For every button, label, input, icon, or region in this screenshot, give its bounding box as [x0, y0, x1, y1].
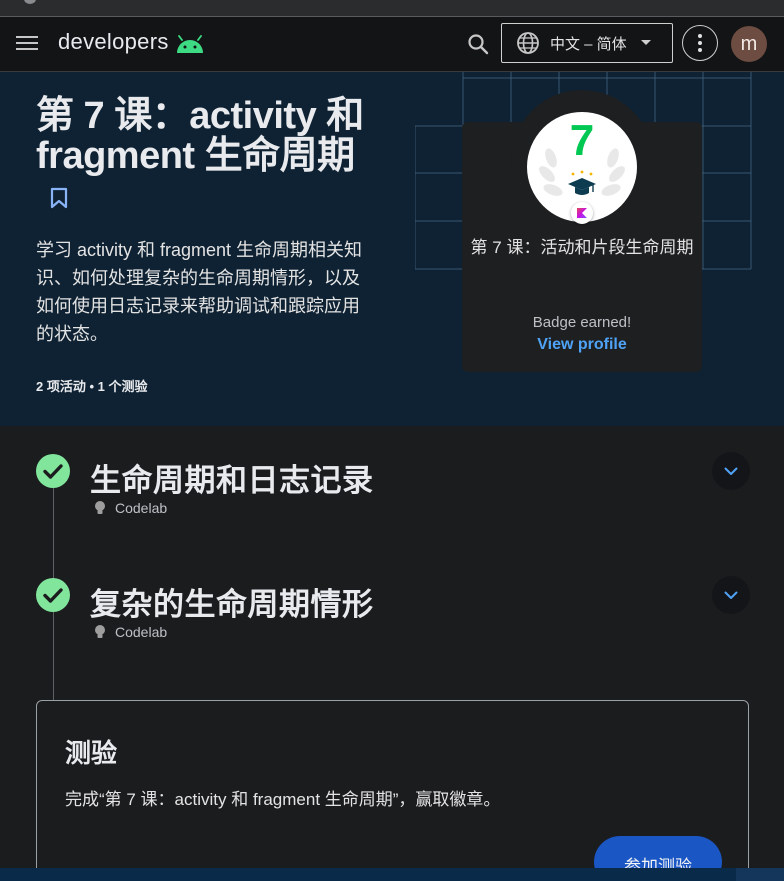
- activity-title[interactable]: 生命周期和日志记录: [90, 455, 374, 500]
- page-title: 第 7 课：activity 和 fragment 生命周期: [36, 96, 386, 216]
- brand-text: developers: [58, 29, 169, 54]
- chevron-down-icon: [724, 591, 738, 599]
- activity-title[interactable]: 复杂的生命周期情形: [90, 579, 374, 624]
- kotlin-icon: [571, 202, 593, 224]
- page-title-text: 第 7 课：activity 和 fragment 生命周期: [36, 95, 364, 177]
- search-icon[interactable]: [466, 32, 490, 56]
- tab-edge: [24, 0, 36, 4]
- activity-type-label: Codelab: [115, 624, 168, 640]
- brand-logo[interactable]: developers: [58, 29, 205, 55]
- bottom-strip-segment: [736, 868, 784, 881]
- activity-summary: 2 项活动 • 1 个测验: [36, 379, 148, 394]
- activity-type: Codelab: [93, 624, 167, 640]
- view-profile-link[interactable]: View profile: [462, 336, 702, 354]
- page-description: 学习 activity 和 fragment 生命周期相关知识、如何处理复杂的生…: [36, 240, 363, 344]
- activity-type: Codelab: [93, 500, 167, 516]
- quiz-card: 测验 完成“第 7 课：activity 和 fragment 生命周期”，赢取…: [36, 700, 749, 881]
- lightbulb-icon: [95, 625, 105, 638]
- caret-down-icon: [640, 40, 651, 45]
- top-nav: developers 中文 – 简体 m: [0, 17, 784, 72]
- badge-image: 7: [527, 112, 637, 224]
- hero-banner: 第 7 课：activity 和 fragment 生命周期 学习 activi…: [0, 72, 784, 426]
- bottom-strip: [0, 868, 784, 881]
- bookmark-icon[interactable]: [50, 187, 68, 209]
- more-options-button[interactable]: [682, 25, 718, 61]
- badge-number: 7: [569, 116, 595, 165]
- browser-top-strip: [0, 0, 784, 17]
- graduation-cap-icon: [568, 178, 596, 195]
- language-selector[interactable]: 中文 – 简体: [501, 23, 673, 63]
- check-circle-icon: [36, 578, 70, 612]
- language-label: 中文 – 简体: [550, 35, 627, 53]
- chevron-down-icon: [724, 467, 738, 475]
- menu-icon[interactable]: [16, 36, 38, 52]
- avatar[interactable]: m: [731, 26, 767, 62]
- expand-button[interactable]: [712, 452, 750, 490]
- badge-title: 第 7 课：活动和片段生命周期: [470, 238, 694, 257]
- lightbulb-icon: [95, 501, 105, 514]
- expand-button[interactable]: [712, 576, 750, 614]
- quiz-title: 测验: [65, 738, 118, 768]
- quiz-description: 完成“第 7 课：activity 和 fragment 生命周期”，赢取徽章。: [65, 790, 501, 809]
- android-icon: [176, 35, 203, 53]
- check-circle-icon: [36, 454, 70, 488]
- badge-earned-text: Badge earned!: [532, 314, 632, 331]
- activity-type-label: Codelab: [115, 500, 168, 516]
- globe-icon: [517, 32, 539, 54]
